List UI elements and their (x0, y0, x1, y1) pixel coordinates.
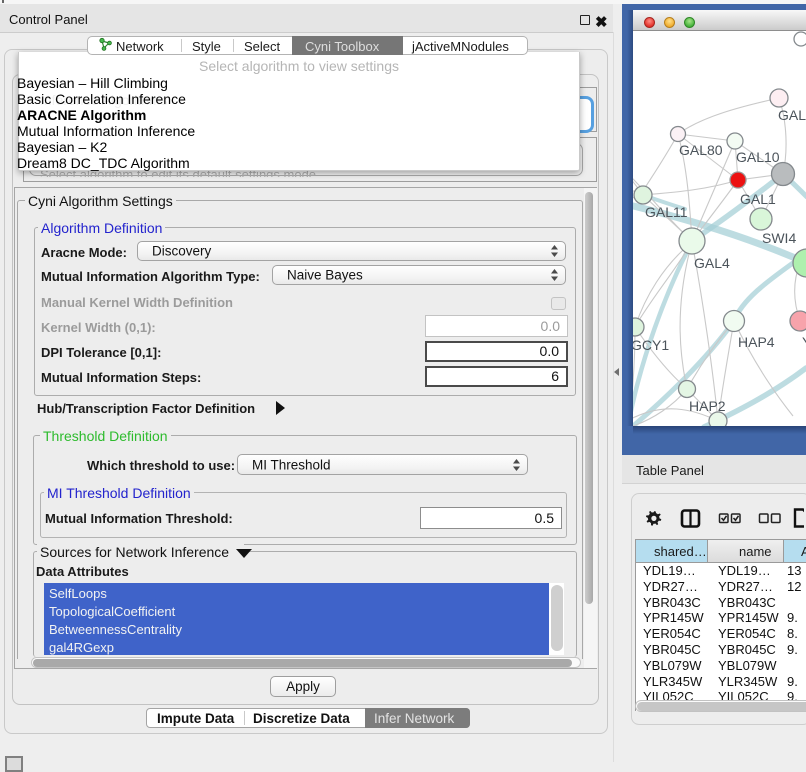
svg-text:HAP4: HAP4 (738, 334, 775, 350)
svg-text:GAL1: GAL1 (740, 191, 776, 207)
svg-text:GAL4: GAL4 (694, 255, 730, 271)
svg-text:GAL11: GAL11 (645, 204, 688, 220)
svg-text:GAL7: GAL7 (778, 107, 806, 123)
svg-text:GCY1: GCY1 (633, 337, 669, 353)
svg-text:GAL10: GAL10 (736, 149, 780, 165)
svg-text:GAL80: GAL80 (679, 142, 723, 158)
svg-text:HAP2: HAP2 (689, 398, 726, 414)
svg-text:Y: Y (802, 334, 806, 350)
svg-text:SWI4: SWI4 (762, 230, 796, 246)
